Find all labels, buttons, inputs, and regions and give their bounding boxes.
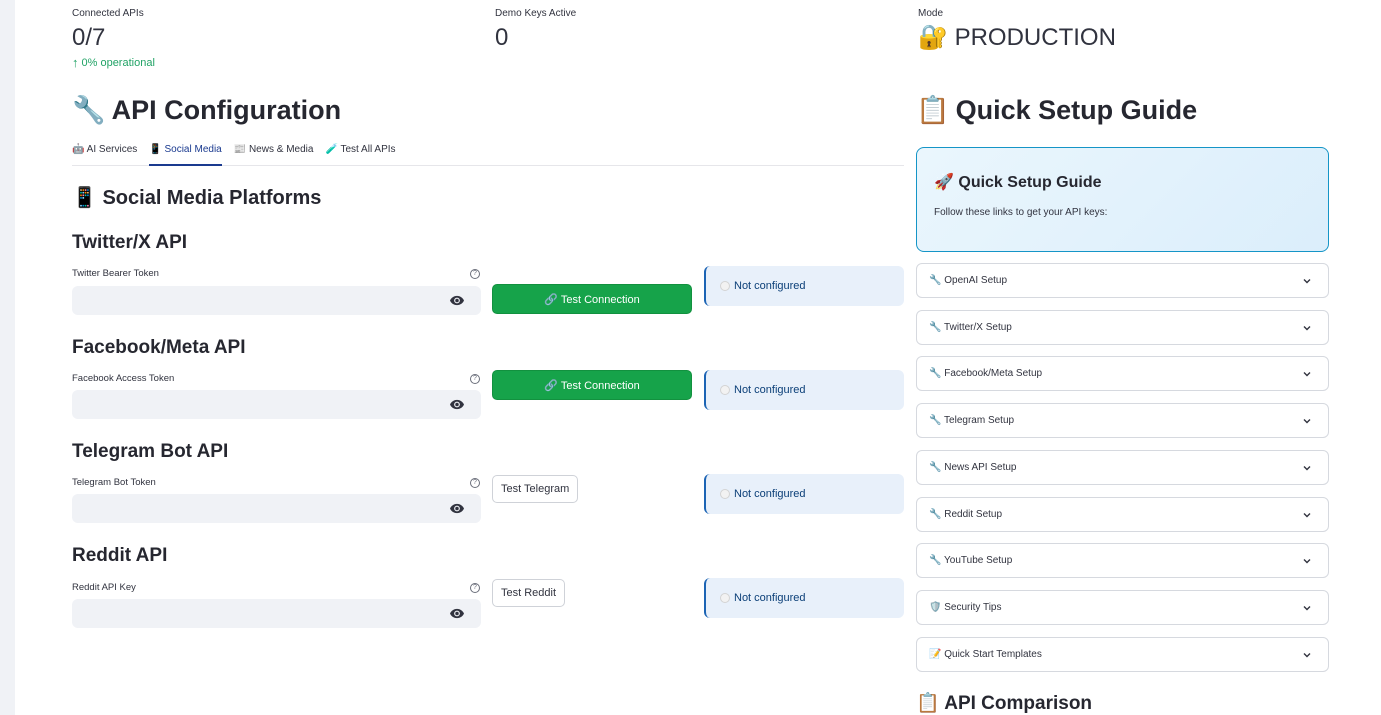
chevron-down-icon xyxy=(1303,278,1311,283)
status-reddit: Not configured xyxy=(704,578,904,618)
chevron-down-icon xyxy=(1303,605,1311,610)
field-label-telegram: Telegram Bot Token xyxy=(72,477,156,488)
guide-box-text: Follow these links to get your API keys: xyxy=(934,207,1108,218)
expander-label: 🔧 Facebook/Meta Setup xyxy=(929,368,1043,379)
tab-ai-services[interactable]: 🤖 AI Services xyxy=(72,136,137,166)
reddit-key-input[interactable] xyxy=(72,599,481,628)
chevron-down-icon xyxy=(1303,465,1311,470)
metric-mode: Mode 🔐 PRODUCTION xyxy=(918,8,1116,51)
white-circle-icon xyxy=(720,281,730,291)
test-connection-button[interactable]: 🔗 Test Connection xyxy=(492,284,692,314)
status-text: Not configured xyxy=(734,592,806,604)
expander-label: 🔧 OpenAI Setup xyxy=(929,275,1008,286)
api-heading-facebook: Facebook/Meta API xyxy=(72,337,246,358)
eye-icon[interactable] xyxy=(450,295,464,306)
arrow-up-icon: ↑ xyxy=(72,55,79,70)
metric-delta: ↑ 0% operational xyxy=(72,55,155,70)
expander-twitter-setup[interactable]: 🔧 Twitter/X Setup xyxy=(916,310,1329,345)
expander-label: 🔧 Twitter/X Setup xyxy=(929,322,1012,333)
comparison-title: 📋 API Comparison xyxy=(916,693,1093,714)
chevron-down-icon xyxy=(1303,558,1311,563)
guide-title-text: Quick Setup Guide xyxy=(955,95,1198,125)
chevron-down-icon xyxy=(1303,371,1311,376)
eye-icon[interactable] xyxy=(450,608,464,619)
field-label-facebook: Facebook Access Token xyxy=(72,373,175,384)
status-text: Not configured xyxy=(734,280,806,292)
help-icon[interactable]: ? xyxy=(470,269,480,279)
api-heading-twitter: Twitter/X API xyxy=(72,232,188,253)
guide-title: 📋 Quick Setup Guide xyxy=(916,94,1197,126)
api-heading-telegram: Telegram Bot API xyxy=(72,441,229,462)
page-title: 🔧 API Configuration xyxy=(72,94,341,126)
expander-label: 🔧 Telegram Setup xyxy=(929,415,1015,426)
metric-label: Mode xyxy=(918,8,944,19)
white-circle-icon xyxy=(720,593,730,603)
expander-reddit-setup[interactable]: 🔧 Reddit Setup xyxy=(916,497,1329,532)
help-icon[interactable]: ? xyxy=(470,374,480,384)
expander-quick-start-templates[interactable]: 📝 Quick Start Templates xyxy=(916,637,1329,672)
wrench-icon: 🔧 xyxy=(72,95,106,125)
test-connection-button[interactable]: 🔗 Test Connection xyxy=(492,370,692,400)
help-icon[interactable]: ? xyxy=(470,478,480,488)
field-label-reddit: Reddit API Key xyxy=(72,582,136,593)
metric-connected-apis: Connected APIs 0/7 ↑ 0% operational xyxy=(72,8,155,70)
metric-label: Connected APIs xyxy=(72,8,144,19)
expander-label: 🔧 Reddit Setup xyxy=(929,509,1003,520)
test-telegram-button[interactable]: Test Telegram xyxy=(492,475,579,503)
api-heading-reddit: Reddit API xyxy=(72,545,168,566)
page-title-text: API Configuration xyxy=(111,95,342,125)
metric-demo-keys: Demo Keys Active 0 xyxy=(495,8,576,51)
test-reddit-button[interactable]: Test Reddit xyxy=(492,579,566,607)
chevron-down-icon xyxy=(1303,418,1311,423)
expander-label: 🛡️ Security Tips xyxy=(929,602,1002,613)
metric-delta-text: 0% operational xyxy=(81,56,155,69)
status-telegram: Not configured xyxy=(704,474,904,514)
expander-label: 🔧 YouTube Setup xyxy=(929,555,1013,566)
section-title: 📱 Social Media Platforms xyxy=(72,187,322,209)
status-twitter: Not configured xyxy=(704,266,904,306)
twitter-token-input[interactable] xyxy=(72,286,481,315)
facebook-token-input[interactable] xyxy=(72,390,481,419)
expander-security-tips[interactable]: 🛡️ Security Tips xyxy=(916,590,1329,625)
sidebar-edge xyxy=(0,0,15,715)
lock-key-icon: 🔐 xyxy=(918,24,948,51)
guide-info-box: 🚀 Quick Setup Guide Follow these links t… xyxy=(916,147,1329,252)
tab-social-media[interactable]: 📱 Social Media xyxy=(149,136,222,166)
metric-value: 0/7 xyxy=(72,24,106,51)
chevron-down-icon xyxy=(1303,512,1311,517)
status-text: Not configured xyxy=(734,488,806,500)
white-circle-icon xyxy=(720,489,730,499)
expander-telegram-setup[interactable]: 🔧 Telegram Setup xyxy=(916,403,1329,438)
white-circle-icon xyxy=(720,385,730,395)
expander-facebook-setup[interactable]: 🔧 Facebook/Meta Setup xyxy=(916,356,1329,391)
eye-icon[interactable] xyxy=(450,503,464,514)
expander-label: 🔧 News API Setup xyxy=(929,462,1017,473)
tab-news-media[interactable]: 📰 News & Media xyxy=(234,136,314,166)
telegram-token-input[interactable] xyxy=(72,494,481,523)
tab-test-all-apis[interactable]: 🧪 Test All APIs xyxy=(325,136,395,166)
clipboard-icon: 📋 xyxy=(916,95,950,125)
eye-icon[interactable] xyxy=(450,399,464,410)
expander-youtube-setup[interactable]: 🔧 YouTube Setup xyxy=(916,543,1329,578)
status-text: Not configured xyxy=(734,384,806,396)
expander-news-api-setup[interactable]: 🔧 News API Setup xyxy=(916,450,1329,485)
expander-label: 📝 Quick Start Templates xyxy=(929,649,1042,660)
status-facebook: Not configured xyxy=(704,370,904,410)
field-label-twitter: Twitter Bearer Token xyxy=(72,268,159,279)
metric-value: 🔐 PRODUCTION xyxy=(918,25,1116,51)
tab-bar: 🤖 AI Services 📱 Social Media 📰 News & Me… xyxy=(72,136,904,166)
metric-value: 0 xyxy=(495,24,509,51)
mode-value: PRODUCTION xyxy=(954,24,1116,51)
metric-label: Demo Keys Active xyxy=(495,8,577,19)
expander-openai-setup[interactable]: 🔧 OpenAI Setup xyxy=(916,263,1329,298)
chevron-down-icon xyxy=(1303,325,1311,330)
chevron-down-icon xyxy=(1303,652,1311,657)
help-icon[interactable]: ? xyxy=(470,583,480,593)
guide-box-title: 🚀 Quick Setup Guide xyxy=(934,174,1102,191)
